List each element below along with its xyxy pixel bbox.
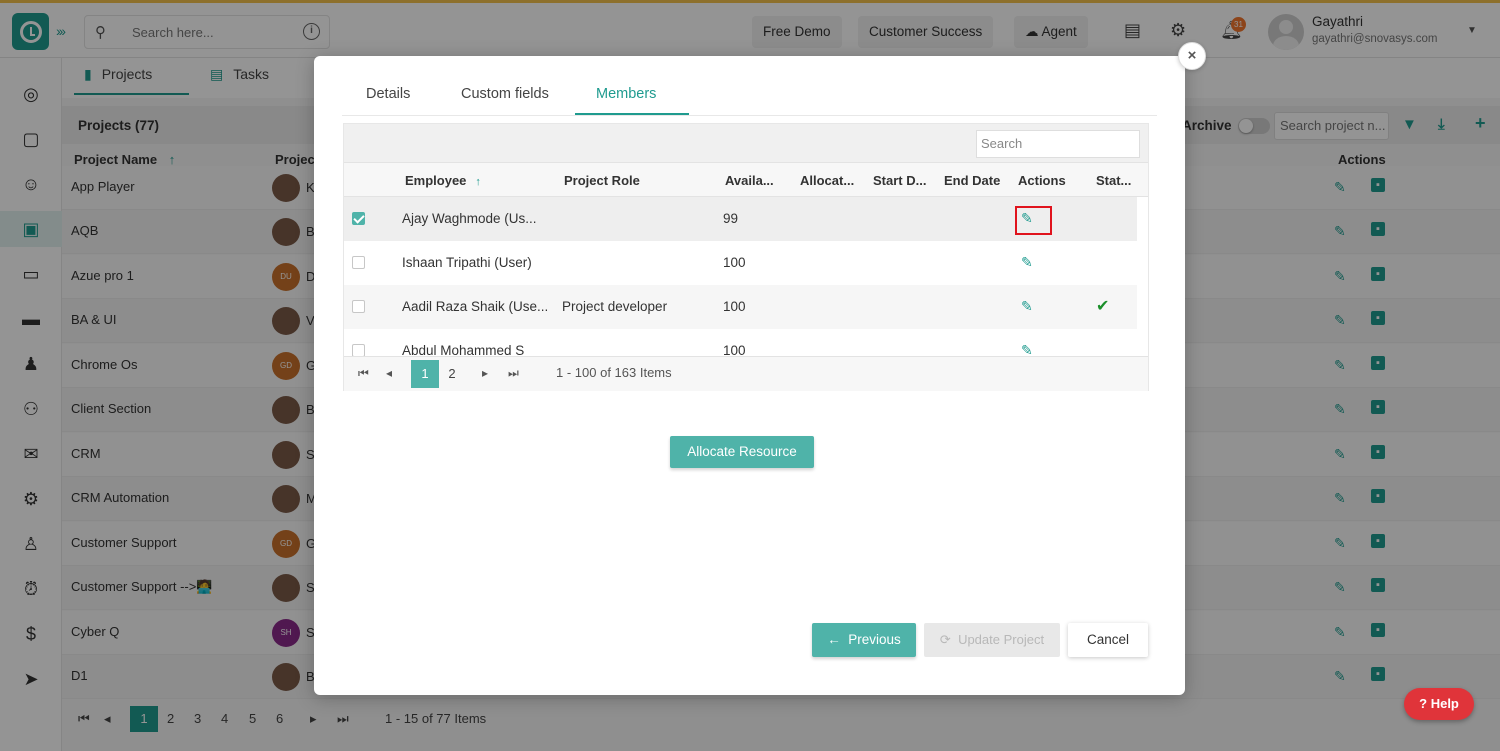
- close-modal-button[interactable]: ×: [1178, 42, 1206, 70]
- employee-name: Ajay Waghmode (Us...: [402, 211, 537, 226]
- help-label: Help: [1430, 696, 1459, 711]
- previous-button[interactable]: ← Previous: [812, 623, 916, 657]
- members-grid: Search Employee ↑ Project Role Availa... …: [343, 123, 1149, 391]
- edit-project-modal: Details Custom fields Members Search Emp…: [314, 56, 1185, 695]
- project-role: Project developer: [562, 299, 668, 314]
- grid-toolbar: Search: [344, 124, 1148, 162]
- tab-custom-fields[interactable]: Custom fields: [461, 86, 549, 102]
- members-search-input[interactable]: Search: [976, 130, 1140, 158]
- row-checkbox[interactable]: [352, 256, 365, 269]
- pagination-summary: 1 - 100 of 163 Items: [556, 365, 672, 380]
- active-tab-underline: [575, 113, 689, 115]
- tab-members[interactable]: Members: [596, 86, 656, 102]
- availability: 100: [723, 343, 746, 356]
- highlight-box: [1015, 206, 1052, 235]
- arrow-left-icon: ←: [827, 632, 841, 647]
- table-row[interactable]: Aadil Raza Shaik (Use... Project develop…: [344, 285, 1137, 329]
- availability: 100: [723, 299, 746, 314]
- edit-icon[interactable]: ✎: [1021, 342, 1033, 356]
- previous-button-label: Previous: [848, 632, 901, 647]
- grid-pagination: ⏮ ◂ 1 2 ▸ ⏭ 1 - 100 of 163 Items: [344, 356, 1148, 391]
- col-allocation[interactable]: Allocat...: [800, 173, 854, 188]
- employee-name: Ishaan Tripathi (User): [402, 255, 532, 270]
- table-row[interactable]: Ajay Waghmode (Us... 99 ✎: [344, 197, 1137, 241]
- col-availability[interactable]: Availa...: [725, 173, 774, 188]
- update-project-button[interactable]: ⟳ Update Project: [924, 623, 1060, 657]
- allocate-resource-button[interactable]: Allocate Resource: [670, 436, 814, 468]
- col-end-date[interactable]: End Date: [944, 173, 1000, 188]
- employee-name: Abdul Mohammed S: [402, 343, 525, 356]
- tab-details[interactable]: Details: [366, 86, 410, 102]
- prev-page-button[interactable]: ◂: [386, 366, 392, 380]
- col-status[interactable]: Stat...: [1096, 173, 1131, 188]
- cancel-button[interactable]: Cancel: [1068, 623, 1148, 657]
- help-button[interactable]: ? Help: [1404, 688, 1474, 720]
- status-check-icon: ✔: [1096, 298, 1110, 315]
- edit-icon[interactable]: ✎: [1021, 254, 1033, 271]
- table-row[interactable]: Ishaan Tripathi (User) 100 ✎: [344, 241, 1137, 285]
- first-page-button[interactable]: ⏮: [358, 366, 369, 381]
- grid-scrollbar[interactable]: [1137, 197, 1148, 356]
- grid-header: Employee ↑ Project Role Availa... Allocat…: [344, 162, 1148, 197]
- update-project-label: Update Project: [958, 632, 1045, 647]
- refresh-icon: ⟳: [939, 632, 951, 647]
- col-actions: Actions: [1018, 173, 1066, 188]
- col-start-date[interactable]: Start D...: [873, 173, 926, 188]
- table-row[interactable]: Abdul Mohammed S 100 ✎: [344, 329, 1137, 356]
- tabs-divider: [342, 115, 1157, 116]
- help-icon: ?: [1419, 696, 1428, 711]
- last-page-button[interactable]: ⏭: [508, 366, 519, 381]
- availability: 99: [723, 211, 739, 226]
- availability: 100: [723, 255, 746, 270]
- row-checkbox[interactable]: [352, 300, 365, 313]
- col-employee[interactable]: Employee ↑: [405, 173, 481, 188]
- next-page-button[interactable]: ▸: [482, 366, 488, 380]
- modal-tabs: Details Custom fields Members: [314, 56, 1185, 116]
- page-2[interactable]: 2: [438, 360, 466, 388]
- page-1[interactable]: 1: [411, 360, 439, 388]
- sort-asc-icon: ↑: [475, 176, 481, 188]
- edit-icon[interactable]: ✎: [1021, 298, 1033, 315]
- row-checkbox[interactable]: [352, 344, 365, 356]
- col-employee-label: Employee: [405, 173, 467, 188]
- employee-name: Aadil Raza Shaik (Use...: [402, 299, 549, 314]
- col-project-role[interactable]: Project Role: [564, 173, 640, 188]
- row-checkbox[interactable]: [352, 212, 365, 225]
